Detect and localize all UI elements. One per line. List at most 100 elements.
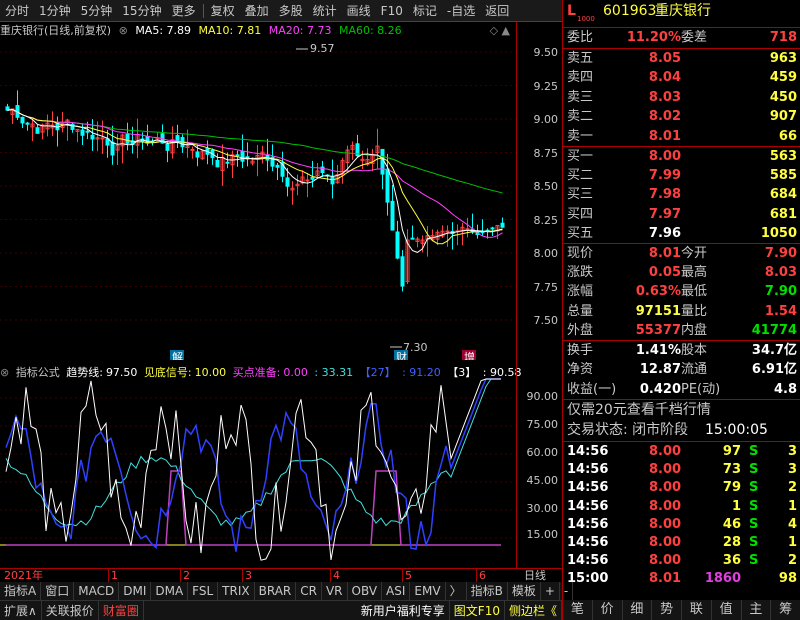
ind-tick: 60.00 [526,446,559,459]
tab-obv[interactable]: OBV [348,582,383,600]
tab-dma[interactable]: DMA [151,582,189,600]
tb-zixuan[interactable]: -自选 [442,0,480,22]
tick-t: 14:56 [567,444,609,459]
quote-label2: 最低 [681,284,708,300]
promo-row[interactable]: 仅需20元查看千档行情 [563,401,800,420]
tab-f10[interactable]: 图文F10 [450,601,505,620]
sell-volume: 66 [778,128,797,144]
chart-options-icon[interactable]: ◇ ▲ [490,22,510,40]
tick-v: 36 [722,553,741,569]
buy-volume: 1050 [760,225,797,241]
panel-tab[interactable]: 主 [742,600,772,620]
tb-diejia[interactable]: 叠加 [240,0,274,22]
indicator-tabs: 指标A 窗口 MACD DMI DMA FSL TRIX BRAR CR VR … [0,582,574,600]
tab-new-user[interactable]: 新用户福利专享 [357,601,450,620]
stat-value: 1.41% [635,343,681,358]
tb-more[interactable]: 更多 [167,0,201,22]
quote-row: 总量 97151 量比 1.54 [563,302,800,321]
panel-tab[interactable]: 细 [623,600,653,620]
panel-tab[interactable]: 价 [593,600,623,620]
tick-s: S [749,516,759,532]
tab-add[interactable]: + [541,582,560,600]
tb-fuquan[interactable]: 复权 [206,0,240,22]
panel-tab[interactable]: 值 [712,600,742,620]
tb-huaxian[interactable]: 画线 [342,0,376,22]
tick-row: 14:56 8.00 97 S 3 [563,442,800,461]
panel-tab[interactable]: 筹 [771,600,800,620]
tab-macd[interactable]: MACD [74,582,120,600]
tb-15min[interactable]: 15分钟 [117,0,166,22]
weicha-value: 718 [769,30,797,45]
tick-p: 8.00 [649,498,682,514]
tab-trix[interactable]: TRIX [218,582,255,600]
tab-dmi[interactable]: DMI [119,582,152,600]
tb-duogu[interactable]: 多股 [274,0,308,22]
tb-biaoji[interactable]: 标记 [408,0,442,22]
stat-value: 0.420 [639,381,681,397]
trade-status-time: 15:00:05 [705,422,768,438]
tab-next-icon[interactable]: 〉 [446,582,467,600]
tab-brar[interactable]: BRAR [255,582,297,600]
weibi-row: 委比 11.20% 委差 718 [563,28,800,47]
buy-label: 买五 [567,225,594,241]
tab-asi[interactable]: ASI [382,582,411,600]
ind-tick: 30.00 [526,502,559,515]
indicator-chart[interactable] [0,364,516,564]
tab-fsl[interactable]: FSL [188,582,219,600]
tb-tongji[interactable]: 统计 [308,0,342,22]
date-month: 4 [330,569,340,583]
quote-value: 55377 [635,322,681,338]
sell-volume: 963 [769,51,797,66]
candle-body [500,222,505,228]
tab-template[interactable]: 模板 [508,582,541,600]
tb-f10[interactable]: F10 [376,0,408,22]
promo-text[interactable]: 仅需20元查看千档行情 [567,401,711,420]
ind-tick: 75.00 [526,418,559,431]
candle-body [125,133,130,144]
quote-value2: 41774 [751,322,797,338]
price-tick: 8.25 [533,214,559,227]
tick-n: 2 [787,553,797,569]
tab-indicator-a[interactable]: 指标A [0,582,42,600]
tick-row: 14:56 8.00 46 S 4 [563,515,800,534]
price-grid [0,51,516,321]
sell-price: 8.02 [648,109,681,125]
period-label[interactable]: 日线 [524,569,546,583]
tab-wealth-circle[interactable]: 财富圈 [99,601,144,620]
tick-s: S [749,444,759,459]
sell-label: 卖一 [567,128,594,144]
tb-1min[interactable]: 1分钟 [34,0,76,22]
panel-tab[interactable]: 联 [682,600,712,620]
tick-v: 46 [722,516,741,532]
tab-window[interactable]: 窗口 [41,582,75,600]
quote-value: 0.05 [648,265,681,281]
tab-sidebar[interactable]: 侧边栏《 [505,601,562,620]
tick-n: 3 [787,462,797,478]
candle-body [25,122,30,125]
tb-fenshi[interactable]: 分时 [0,0,34,22]
panel-tab[interactable]: 笔 [563,600,593,620]
tab-expand[interactable]: 扩展∧ [0,601,42,620]
tab-indicator-b[interactable]: 指标B [467,582,508,600]
candle-body [175,135,180,142]
tab-emv[interactable]: EMV [410,582,446,600]
tab-vr[interactable]: VR [322,582,348,600]
tab-related-quote[interactable]: 关联报价 [42,601,99,620]
candlestick-chart[interactable]: 9.57 7.30 解 财 增 [0,40,516,360]
candle-body [385,168,390,203]
stock-name: 重庆银行 [655,3,711,19]
tb-back[interactable]: 返回 [480,0,514,22]
tick-v: 97 [722,444,741,459]
stat-value2: 34.7亿 [751,343,797,358]
price-axis: 9.50 9.25 9.00 8.75 8.50 8.25 8.00 7.75 … [516,22,562,364]
sell-label: 卖五 [567,51,594,66]
stat-label2: PE(动) [681,381,721,397]
tab-cr[interactable]: CR [296,582,322,600]
tb-5min[interactable]: 5分钟 [76,0,118,22]
chart-settings-icon[interactable]: ⊗ [119,24,128,37]
panel-tab[interactable]: 势 [652,600,682,620]
sell-volume: 459 [769,70,797,86]
buy-price: 8.00 [648,149,681,164]
date-month: 3 [242,569,252,583]
sell-row: 卖四 8.04 459 [563,68,800,87]
